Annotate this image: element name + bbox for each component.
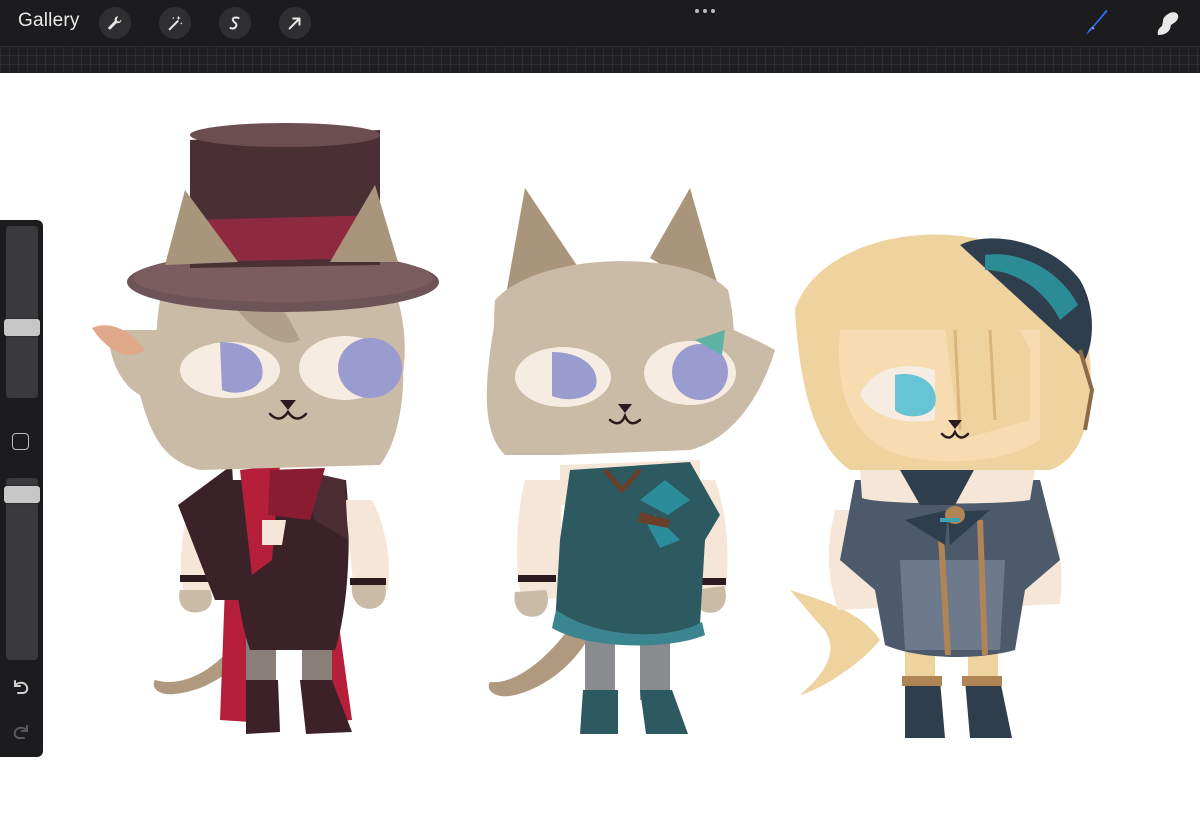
opacity-slider[interactable] bbox=[4, 478, 40, 660]
brush-icon[interactable] bbox=[1079, 7, 1113, 39]
selection-icon[interactable] bbox=[219, 7, 251, 39]
top-toolbar: Gallery bbox=[0, 0, 1200, 46]
square-icon[interactable] bbox=[12, 433, 29, 450]
magic-wand-icon[interactable] bbox=[159, 7, 191, 39]
ellipsis-icon[interactable] bbox=[693, 4, 717, 18]
character-teal-dress-cat bbox=[486, 188, 775, 734]
redo-icon[interactable] bbox=[10, 720, 32, 742]
wrench-icon[interactable] bbox=[99, 7, 131, 39]
toolbar-grid-band bbox=[0, 46, 1200, 73]
left-sidebar bbox=[0, 220, 43, 757]
drawing-canvas[interactable] bbox=[0, 73, 1200, 840]
undo-icon[interactable] bbox=[10, 675, 32, 697]
opacity-thumb[interactable] bbox=[4, 486, 40, 503]
gallery-button[interactable]: Gallery bbox=[18, 10, 80, 32]
transform-arrow-icon[interactable] bbox=[279, 7, 311, 39]
artwork bbox=[92, 123, 1095, 738]
brush-size-slider[interactable] bbox=[4, 226, 40, 398]
smudge-icon[interactable] bbox=[1150, 7, 1184, 39]
brush-size-thumb[interactable] bbox=[4, 319, 40, 336]
character-blonde-beret-cat bbox=[790, 234, 1095, 738]
character-top-hat-cat bbox=[92, 123, 439, 734]
